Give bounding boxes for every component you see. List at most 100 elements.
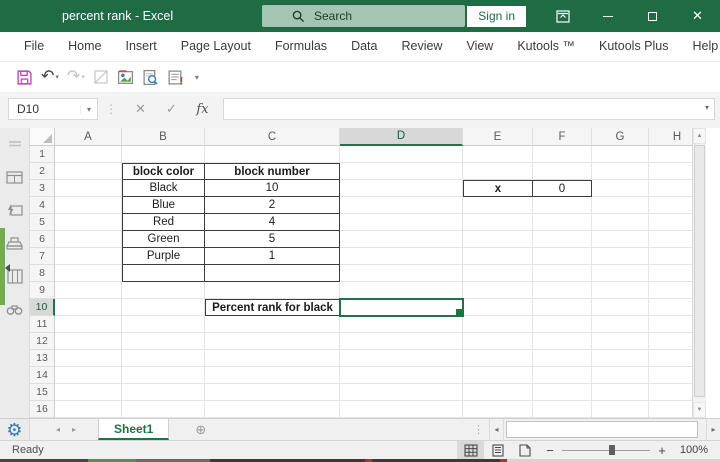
- row-header-9[interactable]: 9: [30, 282, 55, 299]
- tab-insert[interactable]: Insert: [114, 32, 169, 61]
- select-all-button[interactable]: [30, 128, 55, 146]
- cell-g7[interactable]: [592, 248, 649, 265]
- cell-c12[interactable]: [205, 333, 340, 350]
- cell-a11[interactable]: [55, 316, 122, 333]
- tab-page-layout[interactable]: Page Layout: [169, 32, 263, 61]
- cell-b5[interactable]: Red: [122, 214, 205, 231]
- sign-in-button[interactable]: Sign in: [467, 5, 526, 27]
- cell-d8[interactable]: [340, 265, 463, 282]
- cell-f5[interactable]: [533, 214, 592, 231]
- cell-d4[interactable]: [340, 197, 463, 214]
- cell-c3[interactable]: 10: [205, 180, 340, 197]
- scroll-left-icon[interactable]: ◂: [489, 419, 503, 440]
- cell-c6[interactable]: 5: [205, 231, 340, 248]
- cell-d13[interactable]: [340, 350, 463, 367]
- cell-c4[interactable]: 2: [205, 197, 340, 214]
- sheet-nav-right-icon[interactable]: ▸: [66, 419, 82, 440]
- formula-bar-resize-handle[interactable]: ⋮: [105, 102, 118, 116]
- cell-d9[interactable]: [340, 282, 463, 299]
- cell-b6[interactable]: Green: [122, 231, 205, 248]
- column-header-g[interactable]: G: [592, 128, 649, 146]
- cell-d6[interactable]: [340, 231, 463, 248]
- cell-e4[interactable]: [463, 197, 533, 214]
- column-header-a[interactable]: A: [55, 128, 122, 146]
- normal-view-button[interactable]: [457, 441, 484, 459]
- cell-b9[interactable]: [122, 282, 205, 299]
- tab-help[interactable]: Help: [681, 32, 720, 61]
- cell-a3[interactable]: [55, 180, 122, 197]
- form-alert-icon[interactable]: !: [163, 64, 188, 90]
- cell-b13[interactable]: [122, 350, 205, 367]
- scroll-down-icon[interactable]: ▼: [693, 402, 706, 418]
- cell-e15[interactable]: [463, 384, 533, 401]
- zoom-level[interactable]: 100%: [674, 444, 720, 456]
- cell-e12[interactable]: [463, 333, 533, 350]
- scroll-up-icon[interactable]: ▲: [693, 128, 706, 144]
- cell-b4[interactable]: Blue: [122, 197, 205, 214]
- cell-e11[interactable]: [463, 316, 533, 333]
- cell-g15[interactable]: [592, 384, 649, 401]
- cell-f6[interactable]: [533, 231, 592, 248]
- cell-e2[interactable]: [463, 163, 533, 180]
- cell-g11[interactable]: [592, 316, 649, 333]
- cell-c8[interactable]: [205, 265, 340, 282]
- row-header-14[interactable]: 14: [30, 367, 55, 384]
- tab-kutools-plus[interactable]: Kutools Plus: [587, 32, 680, 61]
- cell-e10[interactable]: [463, 299, 533, 316]
- vertical-scrollbar[interactable]: ▲ ▼: [692, 128, 706, 418]
- cell-e8[interactable]: [463, 265, 533, 282]
- cell-a9[interactable]: [55, 282, 122, 299]
- cell-d10[interactable]: [339, 298, 464, 317]
- cell-f1[interactable]: [533, 146, 592, 163]
- cell-f16[interactable]: [533, 401, 592, 418]
- maximize-button[interactable]: [630, 0, 675, 32]
- cell-a1[interactable]: [55, 146, 122, 163]
- cell-e1[interactable]: [463, 146, 533, 163]
- cell-c7[interactable]: 1: [205, 248, 340, 265]
- cell-b10[interactable]: [122, 299, 205, 316]
- printer-pane-icon[interactable]: [6, 234, 24, 252]
- cell-b16[interactable]: [122, 401, 205, 418]
- tab-kutools[interactable]: Kutools ™: [505, 32, 587, 61]
- cell-c5[interactable]: 4: [205, 214, 340, 231]
- cell-d7[interactable]: [340, 248, 463, 265]
- column-header-e[interactable]: E: [463, 128, 533, 146]
- cell-e5[interactable]: [463, 214, 533, 231]
- cell-a15[interactable]: [55, 384, 122, 401]
- cell-e14[interactable]: [463, 367, 533, 384]
- cell-f15[interactable]: [533, 384, 592, 401]
- tab-review[interactable]: Review: [389, 32, 454, 61]
- column-header-f[interactable]: F: [533, 128, 592, 146]
- sheet-tab-sheet1[interactable]: Sheet1: [98, 419, 170, 440]
- cell-a5[interactable]: [55, 214, 122, 231]
- vertical-scroll-thumb[interactable]: [694, 145, 705, 397]
- tab-data[interactable]: Data: [339, 32, 389, 61]
- cell-f8[interactable]: [533, 265, 592, 282]
- tab-view[interactable]: View: [454, 32, 505, 61]
- cell-b1[interactable]: [122, 146, 205, 163]
- settings-gear-icon[interactable]: ⚙: [6, 421, 22, 439]
- cell-c1[interactable]: [205, 146, 340, 163]
- row-header-2[interactable]: 2: [30, 163, 55, 180]
- tab-formulas[interactable]: Formulas: [263, 32, 339, 61]
- cell-b14[interactable]: [122, 367, 205, 384]
- cell-f9[interactable]: [533, 282, 592, 299]
- cell-c15[interactable]: [205, 384, 340, 401]
- cell-b2[interactable]: block color: [122, 163, 205, 180]
- cell-d15[interactable]: [340, 384, 463, 401]
- cell-a7[interactable]: [55, 248, 122, 265]
- cell-f14[interactable]: [533, 367, 592, 384]
- row-header-4[interactable]: 4: [30, 197, 55, 214]
- cell-a6[interactable]: [55, 231, 122, 248]
- name-box[interactable]: D10 ▾: [8, 98, 98, 120]
- cell-b7[interactable]: Purple: [122, 248, 205, 265]
- cell-e16[interactable]: [463, 401, 533, 418]
- undo-dropdown-icon[interactable]: ▾: [55, 73, 59, 81]
- cell-b8[interactable]: [122, 265, 205, 282]
- cell-b3[interactable]: Black: [122, 180, 205, 197]
- cell-f11[interactable]: [533, 316, 592, 333]
- cell-g3[interactable]: [592, 180, 649, 197]
- cell-a10[interactable]: [55, 299, 122, 316]
- formula-bar-expand-icon[interactable]: ▾: [705, 103, 709, 112]
- flash-pane-icon[interactable]: [6, 201, 24, 219]
